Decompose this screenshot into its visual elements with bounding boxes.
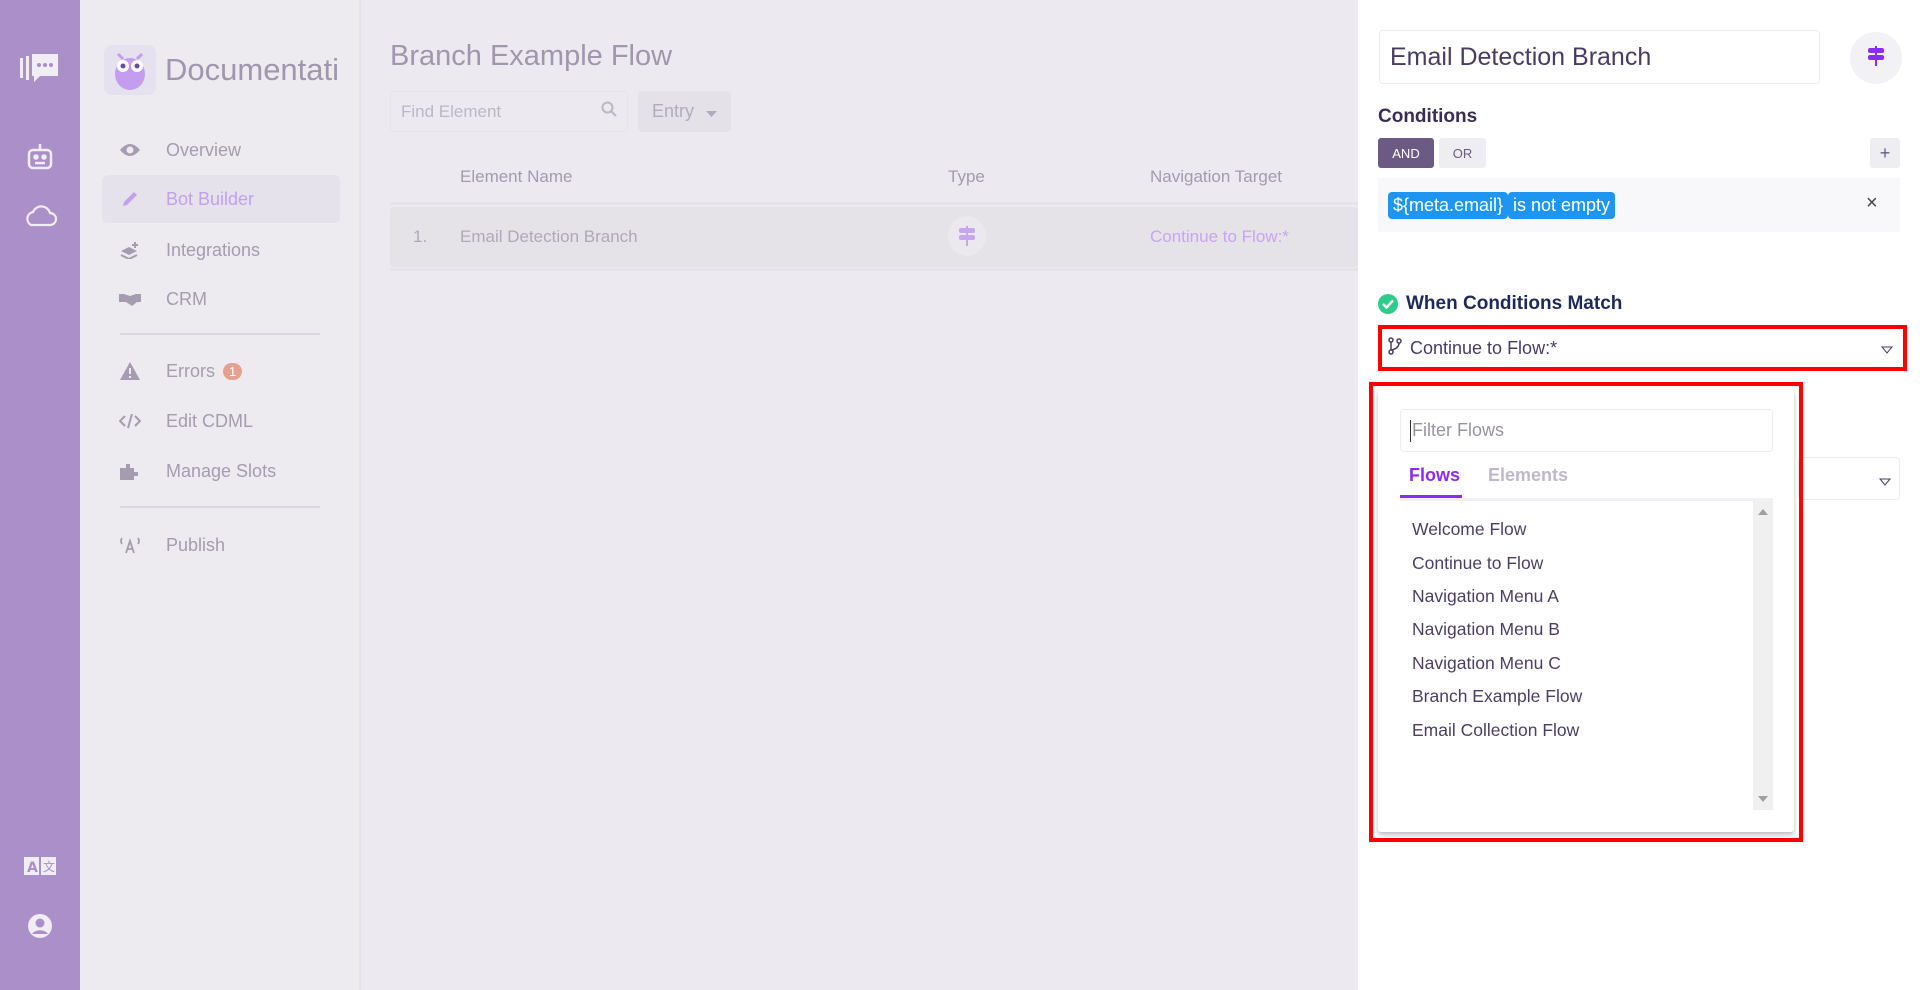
sidebar: Documentation Overview Bot Builder Integ… [80,0,361,990]
remove-condition-icon[interactable]: × [1866,192,1878,215]
sidebar-item-publish[interactable]: Publish [102,521,340,569]
column-header-navigation-target[interactable]: Navigation Target [1150,167,1282,187]
signpost-icon [948,216,986,256]
when-conditions-match-heading: When Conditions Match [1406,293,1623,314]
row-element-name[interactable]: Email Detection Branch [460,227,638,247]
eye-icon [116,143,144,157]
entry-filter-dropdown[interactable]: Entry [638,91,731,132]
table-divider [390,202,1358,205]
tab-flows[interactable]: Flows [1409,465,1460,486]
scrollbar[interactable] [1753,501,1773,810]
sidebar-divider [120,333,320,335]
element-editor-panel: Email Detection Branch Conditions AND OR… [1358,0,1920,990]
sidebar-item-label: Integrations [166,239,261,260]
condition-row: ${meta.email} is not empty × [1378,178,1900,232]
column-header-element-name[interactable]: Element Name [460,167,572,187]
translate-icon[interactable]: A文 [20,846,60,886]
search-placeholder: Find Element [401,101,502,121]
element-name-input[interactable]: Email Detection Branch [1379,30,1820,84]
sidebar-item-integrations[interactable]: Integrations [102,226,340,274]
tab-elements[interactable]: Elements [1488,465,1568,486]
table-divider [390,268,1358,271]
sidebar-item-crm[interactable]: CRM [102,275,340,323]
flow-option[interactable]: Continue to Flow [1412,553,1543,574]
flow-option[interactable]: Welcome Flow [1412,519,1526,540]
sidebar-divider [120,506,320,508]
flow-picker-dropdown: Filter Flows Flows Elements Welcome Flow… [1378,389,1794,832]
sidebar-item-errors[interactable]: Errors 1 [102,347,340,395]
svg-text:文: 文 [43,859,55,874]
app-rail: A文 [0,0,80,990]
filter-flows-input[interactable]: Filter Flows [1400,409,1773,452]
sidebar-item-manage-slots[interactable]: Manage Slots [102,447,340,495]
sidebar-item-label: Manage Slots [166,460,277,481]
match-navigation-select[interactable]: Continue to Flow:* [1378,325,1907,371]
match-select-value: Continue to Flow:* [1410,337,1558,358]
puzzle-icon [116,462,144,480]
flow-option[interactable]: Navigation Menu A [1412,586,1559,607]
code-icon [116,413,144,429]
caret-down-icon [1878,473,1892,491]
check-circle-icon [1378,294,1398,314]
pencil-icon [116,190,144,208]
broadcast-icon [116,536,144,554]
error-count-badge: 1 [223,362,243,380]
condition-operator-tag[interactable]: is not empty [1508,192,1616,219]
layers-plus-icon [116,241,144,259]
page-title: Branch Example Flow [390,40,673,72]
conditions-heading: Conditions [1378,106,1478,127]
bot-name: Documentation [165,52,340,87]
filter-placeholder: Filter Flows [1412,420,1505,440]
row-index: 1. [413,227,428,246]
sidebar-item-bot-builder[interactable]: Bot Builder [102,175,340,223]
flow-option[interactable]: Navigation Menu C [1412,653,1561,674]
flow-option[interactable]: Branch Example Flow [1412,686,1582,707]
search-icon [601,101,617,122]
user-account-icon[interactable] [20,906,60,946]
sidebar-item-label: CRM [166,288,207,309]
entry-filter-value: Entry [651,101,694,121]
element-type-button[interactable] [1850,32,1902,84]
row-navigation-target[interactable]: Continue to Flow:* [1150,227,1289,247]
add-condition-button[interactable]: + [1870,138,1900,168]
column-header-type[interactable]: Type [948,167,985,187]
flow-list: Welcome Flow Continue to Flow Navigation… [1400,498,1773,810]
secondary-select[interactable] [1798,457,1900,500]
caret-down-icon [706,101,717,122]
bot-avatar-logo [104,45,156,95]
caret-down-icon [1880,338,1894,359]
branch-icon [1388,336,1402,360]
sidebar-item-overview[interactable]: Overview [102,126,340,174]
robot-icon[interactable] [20,137,60,177]
sidebar-item-edit-cdml[interactable]: Edit CDML [102,397,340,445]
warning-icon [116,362,144,380]
flow-option[interactable]: Email Collection Flow [1412,720,1579,741]
main-content: Branch Example Flow Find Element Entry E… [361,0,1358,990]
sidebar-item-label: Publish [166,534,226,555]
chat-logo-icon[interactable] [20,50,60,90]
sidebar-item-label: Errors [166,360,215,381]
svg-text:A: A [27,860,38,875]
sidebar-item-label: Bot Builder [166,188,255,209]
find-element-input[interactable]: Find Element [390,91,628,132]
cloud-icon[interactable] [20,195,60,235]
and-toggle-button[interactable]: AND [1378,138,1434,168]
handshake-icon [116,292,144,306]
or-toggle-button[interactable]: OR [1439,138,1486,168]
condition-variable-tag[interactable]: ${meta.email} [1388,192,1509,219]
sidebar-item-label: Edit CDML [166,410,254,431]
text-cursor [1410,419,1411,442]
signpost-icon [1867,45,1885,71]
flow-option[interactable]: Navigation Menu B [1412,619,1560,640]
sidebar-item-label: Overview [166,139,242,160]
